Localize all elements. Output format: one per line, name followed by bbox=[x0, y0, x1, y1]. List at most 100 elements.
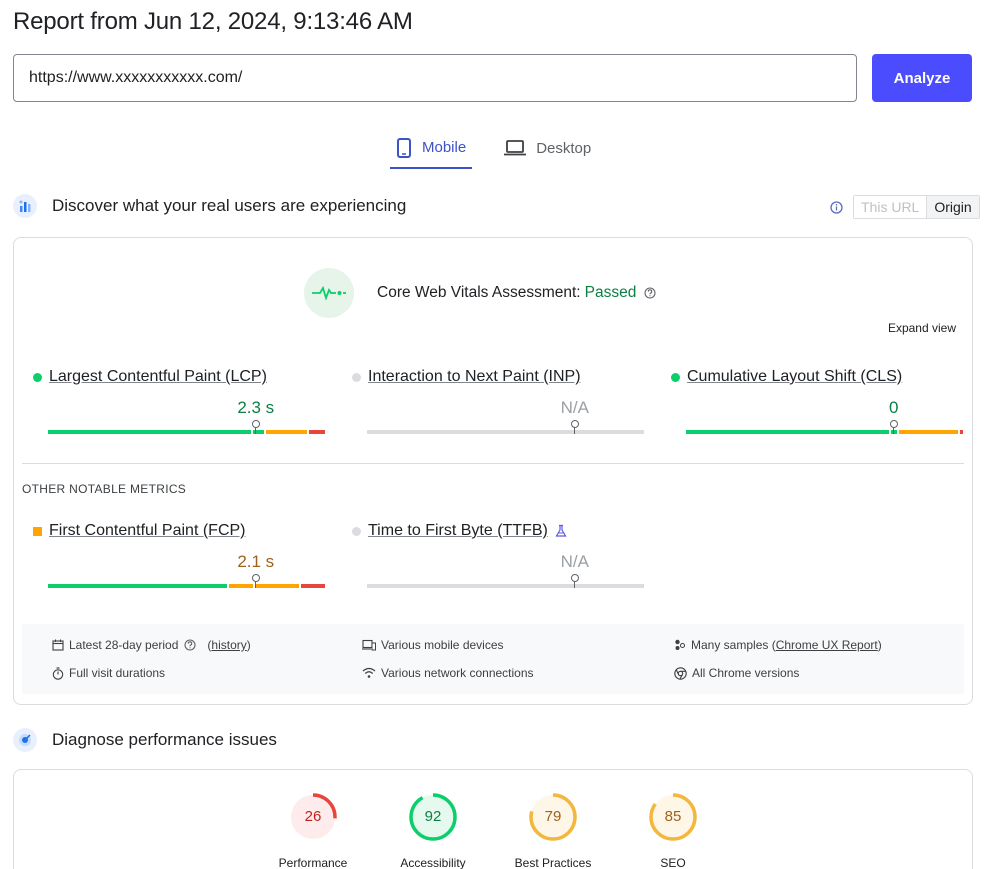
bar-segment bbox=[266, 430, 307, 434]
metric-first-contentful-paint: First Contentful Paint (FCP) 2.1 s bbox=[33, 522, 326, 588]
percentile-marker bbox=[251, 574, 260, 588]
cwv-assessment-status: Passed bbox=[584, 284, 637, 301]
page-title: Report from Jun 12, 2024, 9:13:46 AM bbox=[13, 8, 413, 35]
info-network: Various network connections bbox=[362, 666, 534, 680]
metric-time-to-first-byte: Time to First Byte (TTFB) N/A bbox=[352, 522, 644, 588]
distribution-bar bbox=[48, 584, 326, 588]
info-chrome: All Chrome versions bbox=[674, 666, 799, 680]
devices-icon bbox=[362, 639, 376, 651]
distribution-bar bbox=[367, 584, 644, 588]
info-durations: Full visit durations bbox=[52, 666, 165, 680]
metric-value: N/A bbox=[560, 552, 589, 571]
samples-icon bbox=[675, 639, 685, 650]
info-icon[interactable] bbox=[830, 200, 843, 214]
score-gauge-accessibility[interactable]: 92 Accessibility bbox=[383, 792, 483, 869]
bar-segment bbox=[308, 430, 326, 434]
cwv-assessment: Core Web Vitals Assessment: Passed bbox=[304, 268, 656, 318]
bar-segment bbox=[960, 430, 963, 434]
tab-desktop-label: Desktop bbox=[536, 139, 592, 157]
users-chart-icon bbox=[13, 194, 37, 218]
help-icon[interactable] bbox=[644, 287, 656, 299]
pulse-icon bbox=[304, 268, 354, 318]
chrome-ux-report-link[interactable]: Chrome UX Report bbox=[776, 638, 878, 652]
score-label: Accessibility bbox=[400, 856, 466, 869]
lighthouse-icon bbox=[13, 728, 37, 752]
info-devices: Various mobile devices bbox=[362, 638, 504, 652]
bar-segment bbox=[300, 584, 326, 588]
flask-icon bbox=[555, 524, 567, 537]
bar-segment bbox=[367, 430, 644, 434]
smartphone-icon bbox=[397, 137, 411, 158]
info-period: Latest 28-day period (history) bbox=[52, 638, 251, 652]
metric-link-time-to-first-byte[interactable]: Time to First Byte (TTFB) bbox=[368, 522, 548, 540]
laptop-icon bbox=[504, 140, 527, 156]
diagnose-header: Diagnose performance issues bbox=[13, 728, 277, 752]
bar-segment bbox=[255, 584, 299, 588]
status-indicator bbox=[671, 372, 680, 382]
cwv-assessment-label: Core Web Vitals Assessment: bbox=[377, 284, 581, 301]
info-network-text: Various network connections bbox=[381, 666, 534, 680]
calendar-icon bbox=[52, 639, 64, 651]
score-value: 26 bbox=[304, 808, 322, 825]
metric-interaction-to-next-paint: Interaction to Next Paint (INP) N/A bbox=[352, 368, 644, 434]
score-gauge-performance[interactable]: 26 Performance bbox=[263, 792, 363, 869]
bar-segment bbox=[228, 584, 254, 588]
info-chrome-text: All Chrome versions bbox=[692, 666, 800, 680]
info-durations-text: Full visit durations bbox=[69, 666, 166, 680]
url-input[interactable] bbox=[13, 54, 857, 102]
info-devices-text: Various mobile devices bbox=[381, 638, 504, 652]
expand-view-link[interactable]: Expand view bbox=[888, 321, 956, 335]
distribution-bar bbox=[367, 430, 644, 434]
field-data-title: Discover what your real users are experi… bbox=[52, 196, 407, 215]
url-origin-toggle: This URL Origin bbox=[830, 195, 980, 219]
bar-segment bbox=[686, 430, 890, 434]
origin-button[interactable]: Origin bbox=[926, 196, 979, 218]
field-data-info: Latest 28-day period (history) Full visi… bbox=[22, 624, 964, 694]
score-label: Best Practices bbox=[514, 856, 592, 869]
tab-mobile[interactable]: Mobile bbox=[390, 128, 473, 169]
info-samples: Many samples (Chrome UX Report) bbox=[674, 638, 882, 652]
score-label: SEO bbox=[660, 856, 686, 869]
score-ring: 92 bbox=[408, 792, 458, 842]
percentile-marker bbox=[889, 420, 898, 434]
diagnose-title: Diagnose performance issues bbox=[52, 730, 277, 749]
info-period-text: Latest 28-day period bbox=[69, 638, 179, 652]
score-gauge-seo[interactable]: 85 SEO bbox=[623, 792, 723, 869]
score-gauge-best-practices[interactable]: 79 Best Practices bbox=[503, 792, 603, 869]
status-indicator bbox=[352, 372, 361, 382]
wifi-icon bbox=[362, 667, 376, 678]
metric-link-cumulative-layout-shift[interactable]: Cumulative Layout Shift (CLS) bbox=[687, 368, 902, 386]
device-tabs: Mobile Desktop bbox=[390, 128, 623, 170]
field-data-card: Core Web Vitals Assessment: Passed Expan… bbox=[13, 237, 973, 705]
metric-link-interaction-to-next-paint[interactable]: Interaction to Next Paint (INP) bbox=[368, 368, 581, 386]
bar-segment bbox=[48, 584, 227, 588]
percentile-marker bbox=[570, 574, 579, 588]
bar-segment bbox=[898, 430, 959, 434]
score-ring: 85 bbox=[648, 792, 698, 842]
score-value: 79 bbox=[544, 808, 562, 825]
field-data-header: Discover what your real users are experi… bbox=[13, 194, 406, 218]
chrome-icon bbox=[674, 666, 687, 680]
score-ring: 26 bbox=[288, 792, 338, 842]
percentile-marker bbox=[251, 420, 260, 434]
metric-link-first-contentful-paint[interactable]: First Contentful Paint (FCP) bbox=[49, 522, 246, 540]
info-samples-suffix: ) bbox=[877, 638, 882, 652]
metric-link-largest-contentful-paint[interactable]: Largest Contentful Paint (LCP) bbox=[49, 368, 267, 386]
diagnose-card: 26 Performance 92 Accessibility 79 Best Pract… bbox=[13, 769, 973, 869]
this-url-button[interactable]: This URL bbox=[854, 196, 927, 218]
tab-desktop[interactable]: Desktop bbox=[498, 128, 597, 168]
distribution-bar bbox=[686, 430, 963, 434]
metric-largest-contentful-paint: Largest Contentful Paint (LCP) 2.3 s bbox=[33, 368, 326, 434]
score-value: 92 bbox=[424, 808, 442, 825]
other-metrics-label: OTHER NOTABLE METRICS bbox=[22, 482, 187, 496]
stopwatch-icon bbox=[52, 666, 64, 680]
score-label: Performance bbox=[278, 856, 348, 869]
percentile-marker bbox=[570, 420, 579, 434]
help-icon[interactable] bbox=[184, 639, 201, 651]
status-indicator bbox=[33, 372, 42, 382]
metrics-divider bbox=[22, 463, 964, 464]
metric-cumulative-layout-shift: Cumulative Layout Shift (CLS) 0 bbox=[671, 368, 963, 434]
bar-segment bbox=[48, 430, 252, 434]
analyze-button[interactable]: Analyze bbox=[872, 54, 972, 102]
history-link[interactable]: history bbox=[211, 638, 246, 652]
